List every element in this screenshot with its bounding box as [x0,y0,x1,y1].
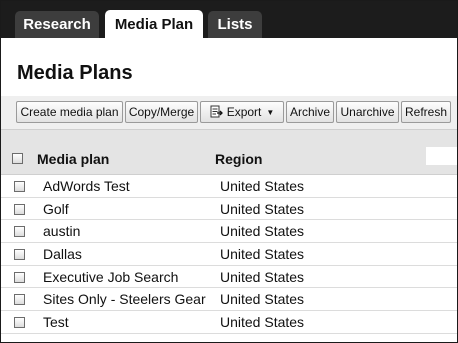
tab-media-plan[interactable]: Media Plan [105,10,203,39]
region-cell: United States [220,178,305,194]
row-checkbox[interactable] [14,181,25,192]
tab-bar: Research Media Plan Lists [1,1,457,39]
row-checkbox[interactable] [14,271,25,283]
header-filter-box [426,147,457,165]
media-plan-name[interactable]: Sites Only - Steelers Gear [43,291,206,307]
table-row: AdWords Test United States [1,175,457,198]
row-checkbox[interactable] [14,226,25,238]
tab-lists[interactable]: Lists [208,11,262,38]
toolbar: Create media plan Copy/Merge Export ▼ Arc… [1,96,457,130]
region-cell: United States [220,246,305,263]
table-row: Executive Job Search United States [1,265,457,289]
table-row: Dallas United States [1,243,457,266]
export-icon [210,105,223,118]
table-row: Golf United States [1,197,457,221]
row-checkbox[interactable] [14,294,25,306]
title-area: Media Plans [1,38,457,97]
media-plan-name[interactable]: Golf [43,201,69,217]
tab-research[interactable]: Research [15,11,99,38]
media-plan-name[interactable]: Test [43,314,69,330]
region-cell: United States [220,223,305,240]
region-cell: United States [220,291,305,308]
archive-button[interactable]: Archive [286,101,334,123]
region-cell: United States [220,314,305,331]
unarchive-button[interactable]: Unarchive [336,101,399,123]
export-label: Export [226,105,262,119]
select-all-checkbox[interactable] [12,153,23,164]
refresh-button[interactable]: Refresh [401,101,451,123]
table-row: Test United States [1,311,457,334]
media-plan-name[interactable]: AdWords Test [43,178,130,194]
chevron-down-icon: ▼ [266,108,275,117]
page-title: Media Plans [17,62,133,84]
column-header-region[interactable]: Region [215,151,262,167]
create-media-plan-button[interactable]: Create media plan [16,101,123,123]
region-cell: United States [220,268,305,285]
row-checkbox[interactable] [14,317,25,329]
copy-merge-button[interactable]: Copy/Merge [125,101,198,123]
media-plan-list: AdWords Test United States Golf United S… [1,175,457,334]
table-row: austin United States [1,220,457,244]
table-row: Sites Only - Steelers Gear United States [1,288,457,312]
media-plan-name[interactable]: Executive Job Search [43,269,178,285]
export-button[interactable]: Export ▼ [200,101,284,123]
media-plan-name[interactable]: austin [43,223,80,239]
region-cell: United States [220,200,305,217]
row-checkbox[interactable] [14,203,25,215]
column-header-media-plan[interactable]: Media plan [37,151,109,167]
row-checkbox[interactable] [14,249,25,261]
table-header: Media plan Region [1,130,457,175]
media-plan-name[interactable]: Dallas [43,246,82,262]
